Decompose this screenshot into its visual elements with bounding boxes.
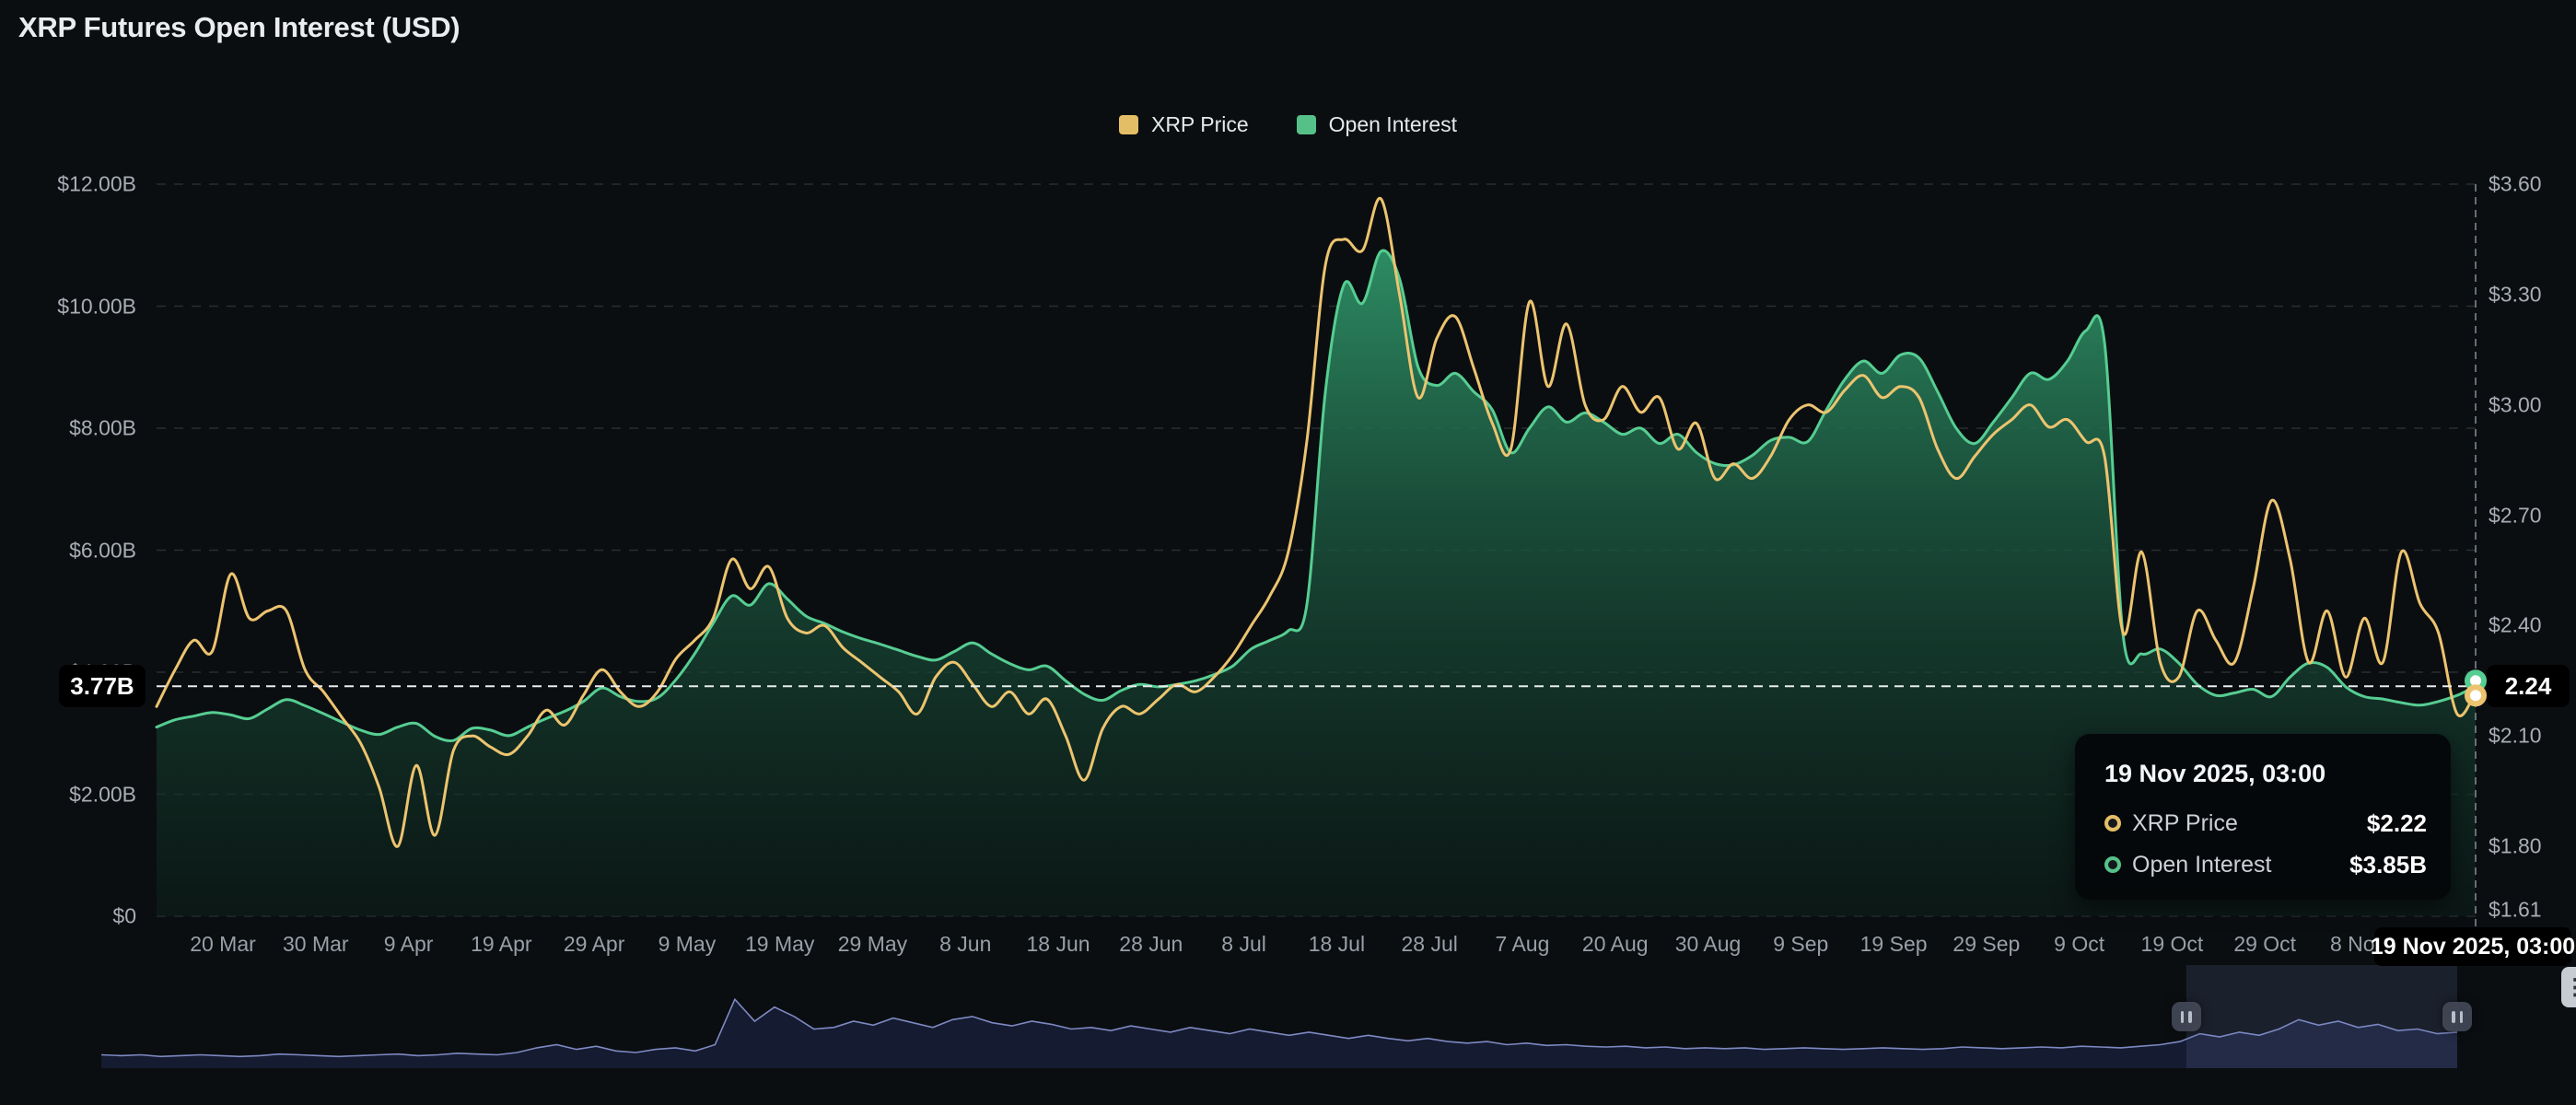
open-interest-dot-icon: [2104, 856, 2121, 873]
x-axis-tick: 9 Apr: [384, 932, 434, 957]
x-axis-tick: 29 Oct: [2233, 932, 2296, 957]
navigator-left-handle[interactable]: [2172, 1002, 2201, 1031]
y-right-tick: $2.10: [2489, 724, 2542, 749]
x-axis-tick: 9 Sep: [1773, 932, 1828, 957]
tooltip-series-name: Open Interest: [2132, 852, 2271, 878]
y-right-tick: $2.40: [2489, 613, 2542, 638]
chart-page: XRP Futures Open Interest (USD) XRP Pric…: [0, 0, 2576, 1105]
xrp-price-dot-icon: [2104, 815, 2121, 832]
y-right-tick: $1.61: [2489, 898, 2542, 923]
tooltip-row-open-interest: Open Interest $3.85B: [2104, 851, 2427, 878]
y-left-tick: $6.00B: [7, 538, 136, 563]
x-axis-tick: 19 Sep: [1860, 932, 1928, 957]
x-axis-tick: 19 Apr: [471, 932, 532, 957]
x-axis-tick: 29 May: [838, 932, 907, 957]
y-right-tick: $2.70: [2489, 503, 2542, 528]
x-axis-tick: 9 May: [659, 932, 717, 957]
x-axis-tick: 29 Sep: [1952, 932, 2020, 957]
x-axis-tick: 28 Jul: [1401, 932, 1457, 957]
tooltip-series-value: $3.85B: [2349, 851, 2427, 879]
open-interest-current-value-pill: 3.77B: [59, 665, 146, 707]
x-axis-tick: 20 Mar: [190, 932, 256, 957]
navigator-selection-region[interactable]: [2186, 965, 2457, 1068]
tooltip-series-value: $2.22: [2367, 809, 2427, 838]
edge-more-button[interactable]: ⋮: [2561, 967, 2576, 1007]
chart-tooltip: 19 Nov 2025, 03:00 XRP Price $2.22 Open …: [2075, 734, 2451, 900]
x-axis-tick: 18 Jun: [1027, 932, 1090, 957]
y-left-tick: $12.00B: [7, 172, 136, 197]
y-left-tick: $0: [7, 904, 136, 929]
y-right-tick: $3.60: [2489, 172, 2542, 197]
y-right-tick: $1.80: [2489, 834, 2542, 859]
x-axis-tick: 9 Oct: [2054, 932, 2104, 957]
xrp-price-current-value-pill: 2.24: [2487, 665, 2570, 707]
y-left-tick: $8.00B: [7, 416, 136, 441]
tooltip-timestamp: 19 Nov 2025, 03:00: [2104, 760, 2325, 788]
x-axis-tick: 30 Mar: [283, 932, 349, 957]
x-axis-tick: 29 Apr: [564, 932, 625, 957]
tooltip-row-xrp-price: XRP Price $2.22: [2104, 809, 2427, 837]
x-axis-tick: 28 Jun: [1119, 932, 1183, 957]
y-left-tick: $2.00B: [7, 782, 136, 807]
x-axis-tick: 18 Jul: [1309, 932, 1365, 957]
x-axis-tick: 8 Jul: [1221, 932, 1266, 957]
x-axis-tick: 19 May: [745, 932, 814, 957]
y-left-tick: $10.00B: [7, 294, 136, 319]
x-axis-tick: 7 Aug: [1496, 932, 1550, 957]
y-right-tick: $3.30: [2489, 282, 2542, 307]
navigator-right-handle[interactable]: [2442, 1002, 2472, 1031]
x-axis-tick: 20 Aug: [1582, 932, 1649, 957]
x-axis-tick: 19 Oct: [2141, 932, 2204, 957]
tooltip-series-name: XRP Price: [2132, 810, 2238, 837]
crosshair-date-pill: 19 Nov 2025, 03:00: [2374, 927, 2571, 966]
y-right-tick: $3.00: [2489, 392, 2542, 417]
xrp-price-last-point-marker: [2467, 687, 2484, 704]
x-axis-tick: 30 Aug: [1675, 932, 1742, 957]
x-axis-tick: 8 Jun: [939, 932, 991, 957]
